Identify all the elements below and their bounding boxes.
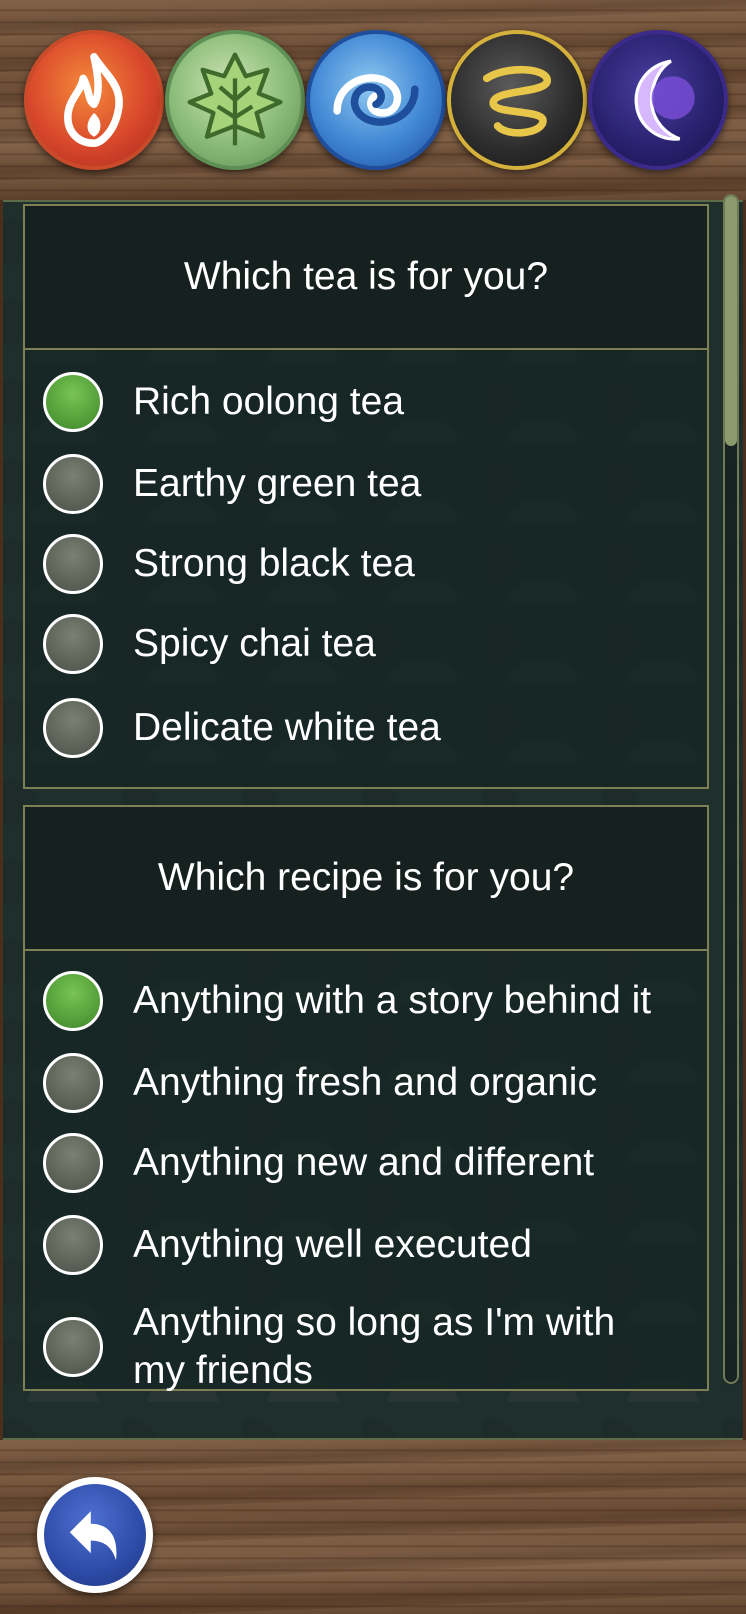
spirit-element-button[interactable] xyxy=(588,30,728,170)
option-label: Delicate white tea xyxy=(133,706,441,749)
vertical-scrollbar[interactable] xyxy=(723,194,739,1384)
air-element-button[interactable] xyxy=(447,30,587,170)
option-label: Anything new and different xyxy=(133,1141,595,1184)
radio-button[interactable] xyxy=(43,698,103,758)
fire-element-button[interactable] xyxy=(24,30,164,170)
option-new-and-different[interactable]: Anything new and different xyxy=(43,1133,703,1193)
option-rich-oolong-tea[interactable]: Rich oolong tea xyxy=(43,372,703,432)
option-fresh-and-organic[interactable]: Anything fresh and organic xyxy=(43,1053,703,1113)
radio-button[interactable] xyxy=(43,1317,103,1377)
option-label: Strong black tea xyxy=(133,542,415,585)
radio-button[interactable] xyxy=(43,1133,103,1193)
radio-button[interactable] xyxy=(43,534,103,594)
radio-button-selected[interactable] xyxy=(43,971,103,1031)
air-swirl-icon xyxy=(482,65,552,137)
option-with-my-friends[interactable]: Anything so long as I'm with my friends xyxy=(43,1299,703,1395)
question-title: Which tea is for you? xyxy=(25,206,707,350)
radio-button[interactable] xyxy=(43,454,103,514)
question-title: Which recipe is for you? xyxy=(25,807,707,951)
back-button[interactable] xyxy=(37,1477,153,1593)
option-label: Anything with a story behind it xyxy=(133,979,652,1022)
water-swirl-icon xyxy=(333,74,419,126)
earth-element-button[interactable] xyxy=(165,30,305,170)
option-delicate-white-tea[interactable]: Delicate white tea xyxy=(43,698,703,758)
fire-icon xyxy=(64,53,123,147)
option-label: Anything fresh and organic xyxy=(133,1061,597,1104)
option-spicy-chai-tea[interactable]: Spicy chai tea xyxy=(43,614,703,674)
option-label: Rich oolong tea xyxy=(133,380,405,423)
radio-button[interactable] xyxy=(43,1215,103,1275)
water-element-button[interactable] xyxy=(306,30,446,170)
question-card-recipe: Which recipe is for you? Anything with a… xyxy=(23,805,709,1392)
back-button-face xyxy=(44,1484,146,1586)
scrollbar-thumb[interactable] xyxy=(725,196,737,446)
option-label: Spicy chai tea xyxy=(133,622,376,665)
option-strong-black-tea[interactable]: Strong black tea xyxy=(43,534,703,594)
option-label: Anything so long as I'm with my friends xyxy=(133,1301,616,1392)
back-arrow-icon xyxy=(69,1511,117,1561)
leaf-icon xyxy=(187,52,283,146)
option-earthy-green-tea[interactable]: Earthy green tea xyxy=(43,454,703,514)
radio-button[interactable] xyxy=(43,614,103,674)
option-label: Anything well executed xyxy=(133,1223,532,1266)
option-label: Earthy green tea xyxy=(133,462,422,505)
quiz-scroll-panel[interactable]: Which tea is for you? Rich oolong tea Ea… xyxy=(3,200,743,1440)
radio-button-selected[interactable] xyxy=(43,372,103,432)
question-card-tea: Which tea is for you? Rich oolong tea Ea… xyxy=(23,204,709,789)
option-story-behind-it[interactable]: Anything with a story behind it xyxy=(43,971,703,1031)
radio-button[interactable] xyxy=(43,1053,103,1113)
moon-icon xyxy=(634,59,695,141)
option-well-executed[interactable]: Anything well executed xyxy=(43,1215,703,1275)
